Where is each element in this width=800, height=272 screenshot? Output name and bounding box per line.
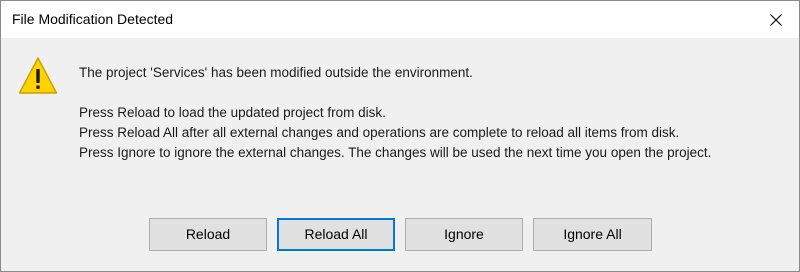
file-modification-dialog: File Modification Detected The project '… xyxy=(0,0,800,272)
message-line-modified: The project 'Services' has been modified… xyxy=(79,65,473,80)
message-line-reload: Press Reload to load the updated project… xyxy=(79,105,386,120)
message-body: The project 'Services' has been modified… xyxy=(79,63,711,163)
ignore-all-button[interactable]: Ignore All xyxy=(533,218,652,251)
window-title: File Modification Detected xyxy=(12,11,174,27)
close-x-icon xyxy=(770,14,782,26)
title-bar: File Modification Detected xyxy=(1,1,799,38)
close-button[interactable] xyxy=(753,1,799,38)
message-line-ignore: Press Ignore to ignore the external chan… xyxy=(79,145,712,160)
warning-icon xyxy=(18,57,58,94)
reload-button[interactable]: Reload xyxy=(149,218,267,251)
ignore-button[interactable]: Ignore xyxy=(405,218,523,251)
reload-all-button[interactable]: Reload All xyxy=(277,218,395,251)
message-line-reload-all: Press Reload All after all external chan… xyxy=(79,125,680,140)
